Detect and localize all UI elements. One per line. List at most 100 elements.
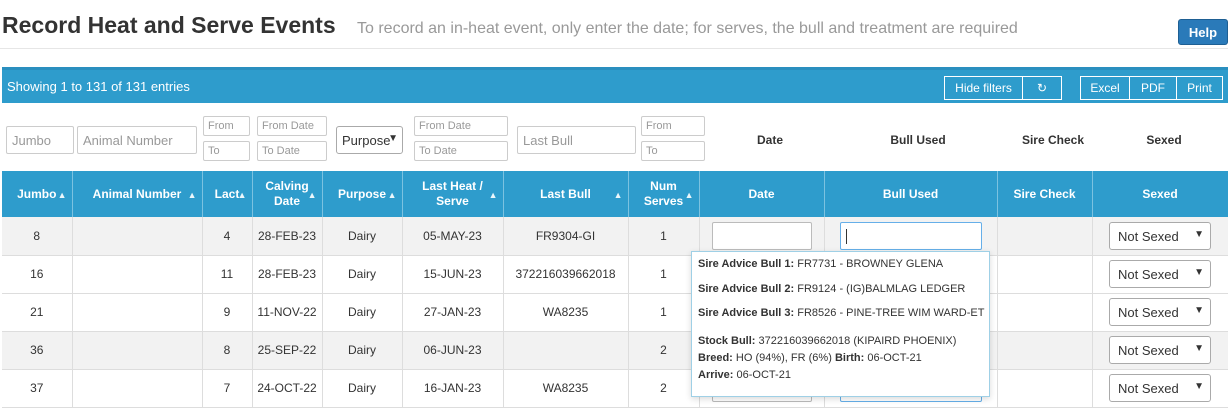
animal-number-cell	[72, 217, 203, 256]
last-heat-to-input[interactable]: To Date	[414, 141, 508, 161]
sexed-cell: Not Sexed ▼	[1092, 369, 1228, 408]
col-header-calving-date[interactable]: Calving Date ▲	[252, 171, 323, 217]
col-header-lact[interactable]: Lact ▲	[202, 171, 253, 217]
lact-cell: 11	[202, 255, 253, 294]
jumbo-filter-input[interactable]: Jumbo	[6, 126, 74, 154]
calving-date-cell: 28-FEB-23	[252, 255, 323, 294]
sexed-value: Not Sexed	[1118, 267, 1179, 282]
purpose-cell: Dairy	[322, 293, 403, 332]
sexed-select[interactable]: Not Sexed ▼	[1109, 260, 1211, 288]
sexed-value: Not Sexed	[1118, 343, 1179, 358]
table-toolbar: Showing 1 to 131 of 131 entries Hide fil…	[2, 67, 1228, 103]
sexed-select[interactable]: Not Sexed ▼	[1109, 374, 1211, 402]
last-heat-cell: 15-JUN-23	[402, 255, 504, 294]
title-row: Record Heat and Serve Events To record a…	[2, 10, 1228, 50]
col-header-bull-used: Bull Used	[824, 171, 998, 217]
page-subtitle: To record an in-heat event, only enter t…	[357, 20, 1018, 37]
num-serves-cell: 1	[628, 255, 700, 294]
col-header-last-bull[interactable]: Last Bull ▲	[503, 171, 629, 217]
date-filter-label: Date	[756, 133, 783, 147]
hide-filters-button[interactable]: Hide filters	[944, 76, 1023, 100]
calving-date-cell: 25-SEP-22	[252, 331, 323, 370]
lact-cell: 9	[202, 293, 253, 332]
lact-cell: 4	[202, 217, 253, 256]
animal-number-filter-input[interactable]: Animal Number	[77, 126, 197, 154]
col-header-purpose[interactable]: Purpose ▲	[322, 171, 403, 217]
num-serves-cell: 1	[628, 293, 700, 332]
purpose-cell: Dairy	[322, 255, 403, 294]
lact-cell: 8	[202, 331, 253, 370]
sexed-select[interactable]: Not Sexed ▼	[1109, 336, 1211, 364]
table-row: 8 4 28-FEB-23 Dairy 05-MAY-23 FR9304-GI …	[2, 217, 1228, 256]
sire-check-filter-label: Sire Check	[1021, 133, 1085, 147]
last-bull-cell: 372216039662018	[503, 255, 629, 294]
num-serves-to-input[interactable]: To	[641, 141, 705, 161]
sexed-value: Not Sexed	[1118, 305, 1179, 320]
last-heat-cell: 06-JUN-23	[402, 331, 504, 370]
date-cell	[699, 217, 825, 256]
jumbo-link[interactable]: 8	[2, 217, 73, 256]
sort-icon: ▲	[237, 190, 247, 200]
sort-icon: ▲	[387, 190, 397, 200]
last-heat-cell: 27-JAN-23	[402, 293, 504, 332]
sire-advice-option[interactable]: Sire Advice Bull 1: FR7731 - BROWNEY GLE…	[698, 257, 983, 282]
sort-icon: ▲	[57, 190, 67, 200]
chevron-down-icon: ▼	[1194, 267, 1204, 278]
lact-to-input[interactable]: To	[203, 141, 250, 161]
animal-number-cell	[72, 255, 203, 294]
sort-icon: ▲	[187, 190, 197, 200]
sort-icon: ▲	[307, 190, 317, 200]
purpose-filter-select[interactable]: Purpose ▼	[336, 126, 403, 154]
bull-suggestion-popup: Sire Advice Bull 1: FR7731 - BROWNEY GLE…	[691, 251, 990, 397]
sire-advice-option[interactable]: Sire Advice Bull 3: FR8526 - PINE-TREE W…	[698, 306, 984, 331]
sire-advice-option[interactable]: Sire Advice Bull 2: FR9124 - (IG)BALMLAG…	[698, 282, 983, 307]
sexed-select[interactable]: Not Sexed ▼	[1109, 221, 1211, 250]
last-heat-from-input[interactable]: From Date	[414, 116, 508, 136]
lact-from-input[interactable]: From	[203, 116, 250, 136]
num-serves-from-input[interactable]: From	[641, 116, 705, 136]
last-bull-cell: WA8235	[503, 369, 629, 408]
bull-used-cell	[824, 217, 998, 256]
calving-date-cell: 11-NOV-22	[252, 293, 323, 332]
num-serves-cell: 1	[628, 217, 700, 256]
chevron-down-icon: ▼	[1194, 305, 1204, 316]
stock-bull-option[interactable]: Stock Bull: 372216039662018 (KIPAIRD PHO…	[698, 333, 983, 384]
last-bull-filter-input[interactable]: Last Bull	[517, 126, 636, 154]
jumbo-link[interactable]: 36	[2, 331, 73, 370]
animal-number-cell	[72, 331, 203, 370]
purpose-cell: Dairy	[322, 217, 403, 256]
sexed-cell: Not Sexed ▼	[1092, 331, 1228, 370]
excel-button[interactable]: Excel	[1080, 76, 1130, 100]
bull-used-filter-label: Bull Used	[890, 133, 946, 147]
sire-check-cell	[997, 369, 1093, 408]
help-button[interactable]: Help	[1178, 19, 1228, 45]
last-heat-cell: 05-MAY-23	[402, 217, 504, 256]
print-button[interactable]: Print	[1176, 76, 1223, 100]
col-header-animal-number[interactable]: Animal Number ▲	[72, 171, 203, 217]
jumbo-link[interactable]: 21	[2, 293, 73, 332]
pdf-button[interactable]: PDF	[1129, 76, 1177, 100]
filter-row: Jumbo Animal Number From To From Date To…	[0, 113, 1228, 165]
sexed-select[interactable]: Not Sexed ▼	[1109, 298, 1211, 326]
calving-date-cell: 28-FEB-23	[252, 217, 323, 256]
last-bull-cell: WA8235	[503, 293, 629, 332]
date-input[interactable]	[711, 221, 812, 250]
events-table: Jumbo ▲ Animal Number ▲ Lact ▲ Calving Date…	[2, 171, 1228, 408]
jumbo-link[interactable]: 37	[2, 369, 73, 408]
calving-to-input[interactable]: To Date	[257, 141, 327, 161]
col-header-num-serves[interactable]: Num Serves ▲	[628, 171, 700, 217]
refresh-icon: ↻	[1036, 81, 1048, 95]
chevron-down-icon: ▼	[1194, 228, 1204, 240]
calving-from-input[interactable]: From Date	[257, 116, 327, 136]
col-header-last-heat-serve[interactable]: Last Heat / Serve ▲	[402, 171, 504, 217]
col-header-jumbo[interactable]: Jumbo ▲	[2, 171, 73, 217]
sexed-filter-label: Sexed	[1146, 133, 1182, 147]
text-caret	[845, 228, 847, 244]
bull-used-input[interactable]	[839, 221, 982, 250]
refresh-button[interactable]: ↻	[1022, 76, 1062, 100]
sexed-value: Not Sexed	[1118, 381, 1179, 396]
last-bull-cell	[503, 331, 629, 370]
sire-check-cell	[997, 255, 1093, 294]
jumbo-link[interactable]: 16	[2, 255, 73, 294]
calving-date-cell: 24-OCT-22	[252, 369, 323, 408]
